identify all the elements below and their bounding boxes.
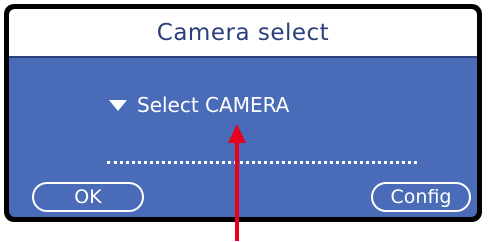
triangle-down-icon (109, 99, 127, 111)
dialog-body: Camera select Select CAMERA OK Config (9, 9, 477, 217)
config-button[interactable]: Config (371, 182, 471, 212)
screenshot-stage: Camera select Select CAMERA OK Config (0, 0, 496, 242)
camera-select-dialog: Camera select Select CAMERA OK Config (4, 4, 482, 222)
dotted-divider (107, 161, 417, 164)
camera-dropdown-label: Select CAMERA (137, 93, 290, 117)
ok-button[interactable]: OK (32, 182, 144, 212)
dialog-title: Camera select (156, 19, 330, 46)
camera-dropdown[interactable]: Select CAMERA (109, 93, 289, 117)
dialog-title-bar: Camera select (9, 9, 477, 58)
